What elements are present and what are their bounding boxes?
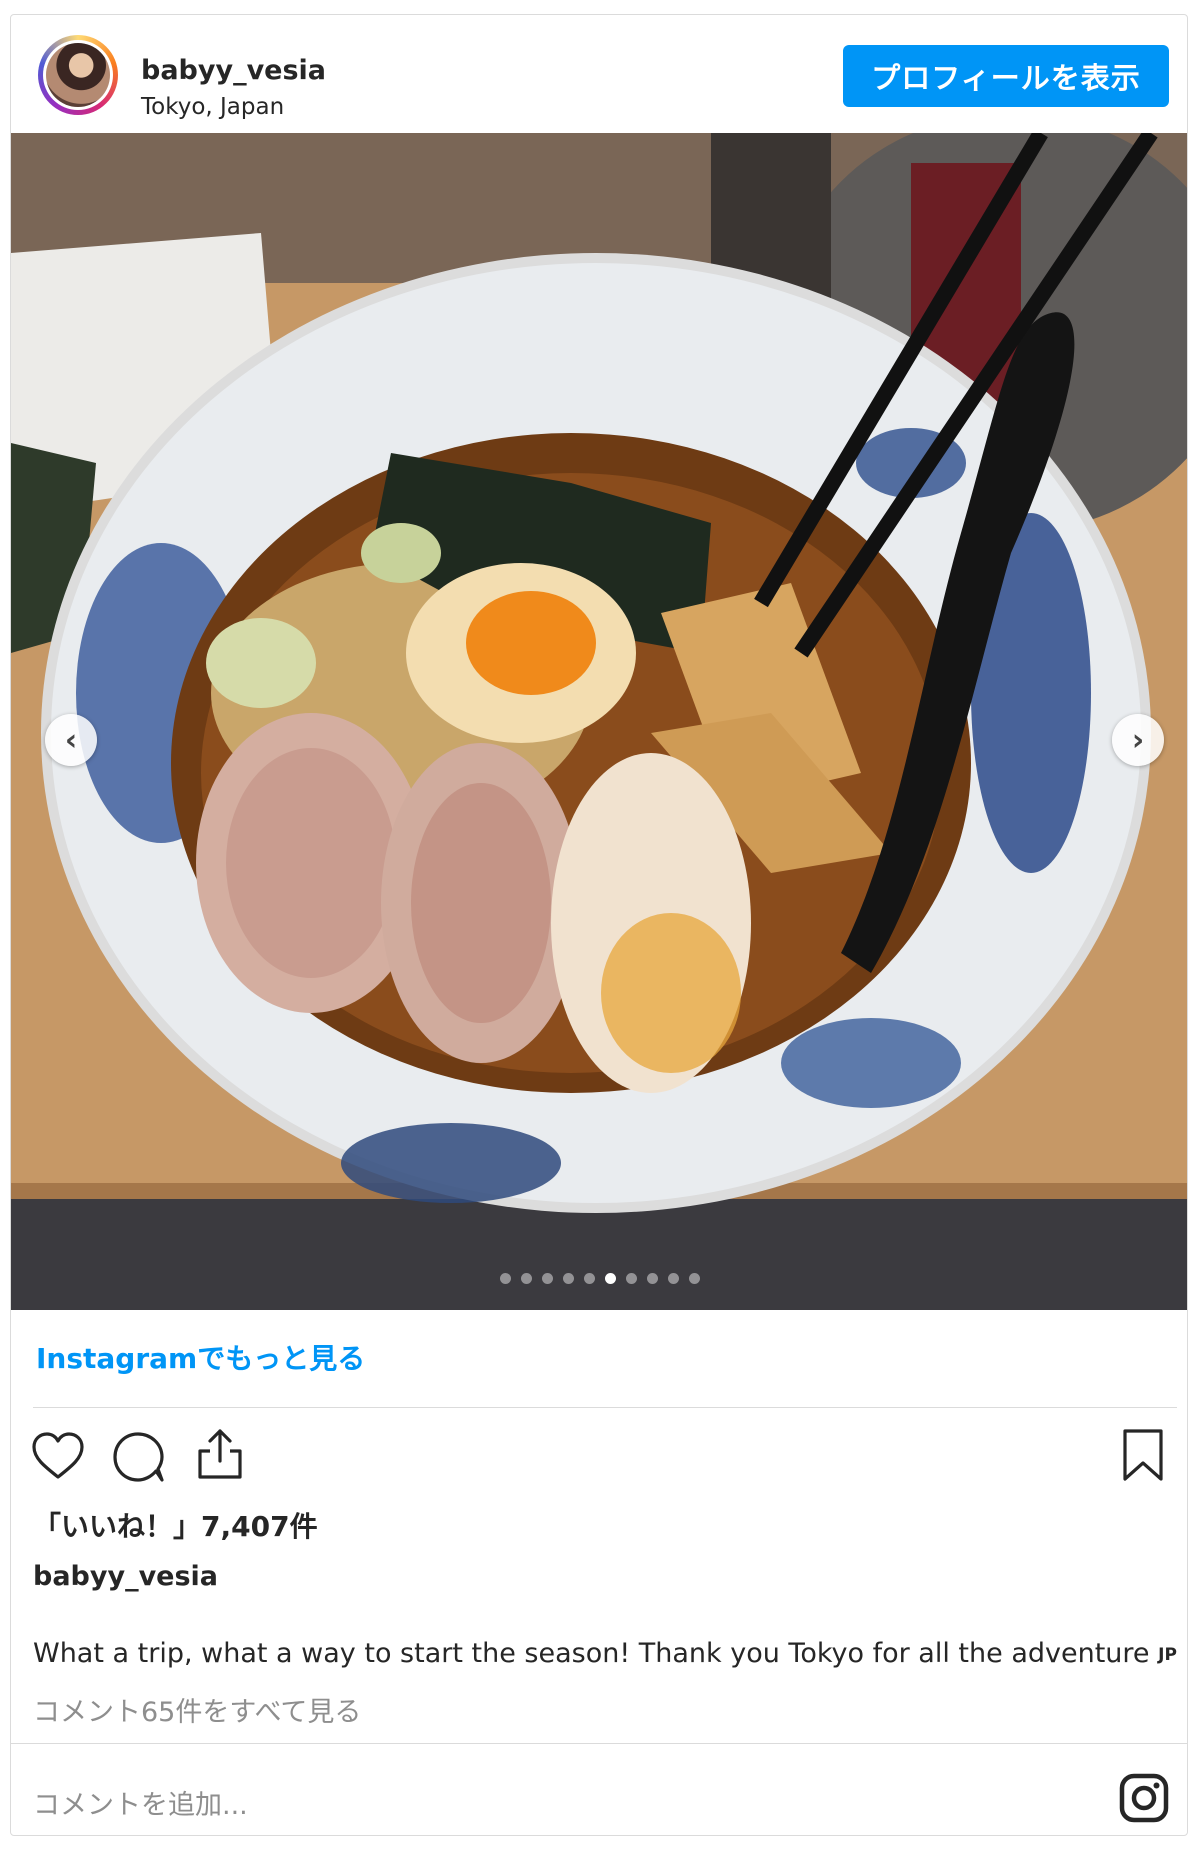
view-more-on-instagram-link[interactable]: Instagramでもっと見る (36, 1337, 365, 1377)
avatar[interactable] (38, 35, 118, 115)
heart-icon[interactable] (30, 1429, 86, 1485)
add-comment-input[interactable]: コメントを追加... (33, 1783, 248, 1822)
carousel-dot (668, 1273, 679, 1284)
post-photo[interactable]: ‹ › (11, 133, 1187, 1310)
username[interactable]: babyy_vesia (141, 55, 326, 86)
carousel-dot (605, 1273, 616, 1284)
instagram-logo-icon[interactable] (1119, 1773, 1169, 1823)
like-count[interactable]: 「いいね！」7,407件 (33, 1505, 318, 1545)
ramen-photo-illustration (11, 133, 1187, 1310)
caption-body: What a trip, what a way to start the sea… (33, 1638, 1159, 1669)
carousel-dot (542, 1273, 553, 1284)
carousel-dot (500, 1273, 511, 1284)
carousel-indicator (11, 1273, 1187, 1284)
post-header: babyy_vesia Tokyo, Japan プロフィールを表示 (11, 15, 1187, 133)
carousel-dot (584, 1273, 595, 1284)
location[interactable]: Tokyo, Japan (141, 94, 284, 120)
carousel-dot (563, 1273, 574, 1284)
chevron-right-icon[interactable]: › (1112, 714, 1164, 766)
caption-username[interactable]: babyy_vesia (33, 1561, 218, 1592)
carousel-dot (647, 1273, 658, 1284)
carousel-dot (521, 1273, 532, 1284)
view-all-comments-link[interactable]: コメント65件をすべて見る (33, 1690, 361, 1729)
instagram-embed-card: babyy_vesia Tokyo, Japan プロフィールを表示 ‹ › I… (10, 14, 1188, 1836)
carousel-dot (689, 1273, 700, 1284)
avatar-photo (46, 43, 110, 107)
share-icon[interactable] (192, 1425, 248, 1481)
divider (33, 1407, 1177, 1408)
caption-text: What a trip, what a way to start the sea… (33, 1638, 1177, 1669)
carousel-dot (626, 1273, 637, 1284)
divider (11, 1743, 1187, 1744)
comment-icon[interactable] (111, 1429, 167, 1485)
bookmark-icon[interactable] (1115, 1427, 1171, 1483)
japan-flag-emoji: JP (1158, 1645, 1177, 1665)
view-profile-button[interactable]: プロフィールを表示 (843, 45, 1169, 107)
chevron-left-icon[interactable]: ‹ (45, 714, 97, 766)
